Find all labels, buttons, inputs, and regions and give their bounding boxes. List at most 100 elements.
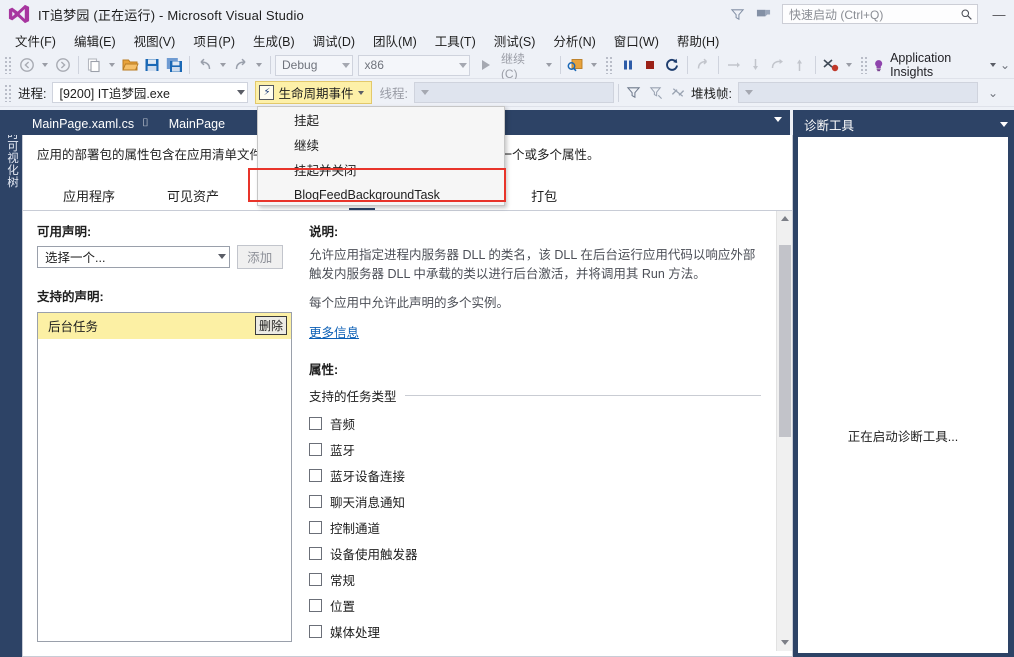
menu-item-blogfeedbackgroundtask[interactable]: BlogFeedBackgroundTask xyxy=(258,182,504,207)
undo-icon[interactable] xyxy=(194,54,216,76)
restart-icon[interactable] xyxy=(661,54,683,76)
menu-item-build[interactable]: 生成(B) xyxy=(244,28,304,53)
menu-item-window[interactable]: 窗口(W) xyxy=(605,28,668,53)
feedback-funnel-icon[interactable] xyxy=(724,1,750,27)
list-item-background-tasks[interactable]: 后台任务 删除 xyxy=(38,312,291,339)
checkbox-chat-message-notification[interactable] xyxy=(309,495,322,509)
checkbox-location[interactable] xyxy=(309,599,322,613)
tab-overflow-chevron-down-icon[interactable] xyxy=(774,117,782,122)
manifest-tab-application[interactable]: 应用程序 xyxy=(63,186,115,210)
step-over-icon[interactable] xyxy=(723,54,745,76)
minimize-button[interactable]: — xyxy=(984,0,1014,28)
save-icon[interactable] xyxy=(141,54,163,76)
chevron-down-icon[interactable] xyxy=(357,90,364,95)
manifest-tab-visual-assets[interactable]: 可见资产 xyxy=(167,186,219,210)
delete-declaration-button[interactable]: 删除 xyxy=(255,316,287,336)
checkbox-row-location[interactable]: 位置 xyxy=(309,593,774,619)
toolbar-grip[interactable] xyxy=(859,56,869,74)
checkbox-row-bluetooth-device-connection[interactable]: 蓝牙设备连接 xyxy=(309,463,774,489)
menu-item-suspend-and-shutdown[interactable]: 挂起并关闭 xyxy=(258,157,504,182)
checkbox-device-use-trigger[interactable] xyxy=(309,547,322,561)
checkbox-row-control-channel[interactable]: 控制通道 xyxy=(309,515,774,541)
continue-button-label[interactable]: 继续(C) xyxy=(497,50,542,81)
save-all-icon[interactable] xyxy=(163,54,185,76)
thread-combo[interactable] xyxy=(413,82,614,103)
menu-item-suspend[interactable]: 挂起 xyxy=(258,107,504,132)
menu-item-resume[interactable]: 继续 xyxy=(258,132,504,157)
continue-dropdown-icon[interactable] xyxy=(545,63,552,67)
platform-combo[interactable]: x86 xyxy=(357,54,470,76)
checkbox-bluetooth-device-connection[interactable] xyxy=(309,469,322,483)
toolbar-overflow-icon[interactable]: ⌄ xyxy=(1000,58,1010,72)
quick-launch-input[interactable]: 快速启动 (Ctrl+Q) xyxy=(782,4,978,24)
stop-icon[interactable] xyxy=(639,54,661,76)
menu-item-edit[interactable]: 编辑(E) xyxy=(65,28,125,53)
checkbox-row-media-processing[interactable]: 媒体处理 xyxy=(309,619,774,645)
tab-mainpage-xaml-cs[interactable]: MainPage.xaml.cs ⌷ xyxy=(22,112,159,135)
unlink-icon[interactable] xyxy=(667,82,689,104)
menu-item-view[interactable]: 视图(V) xyxy=(125,28,185,53)
menu-item-tools[interactable]: 工具(T) xyxy=(426,28,485,53)
menu-item-debug[interactable]: 调试(D) xyxy=(304,28,364,53)
undo-dropdown-icon[interactable] xyxy=(220,63,226,67)
description-scrollbar[interactable] xyxy=(776,210,792,651)
available-declarations-select[interactable]: 选择一个... xyxy=(37,245,230,268)
navigate-forward-icon[interactable] xyxy=(52,54,74,76)
chevron-down-icon[interactable] xyxy=(989,63,996,67)
live-visual-tree-rail[interactable]: 实时可视化树 xyxy=(0,110,22,657)
process-combo[interactable]: [9200] IT追梦园.exe xyxy=(52,82,249,103)
application-insights-button[interactable]: Application Insights xyxy=(872,51,1000,79)
clear-filter-icon[interactable] xyxy=(645,82,667,104)
lifecycle-events-button[interactable]: ⚡ 生命周期事件 xyxy=(255,81,372,104)
step-into-icon[interactable] xyxy=(745,54,767,76)
continue-play-icon[interactable] xyxy=(475,54,497,76)
menu-item-analyze[interactable]: 分析(N) xyxy=(544,28,604,53)
checkbox-media-processing[interactable] xyxy=(309,625,322,639)
attach-dropdown-icon[interactable] xyxy=(590,63,597,67)
checkbox-audio[interactable] xyxy=(309,417,322,431)
step-over-curve-icon[interactable] xyxy=(767,54,789,76)
disable-breakpoints-icon[interactable] xyxy=(820,54,842,76)
checkbox-general[interactable] xyxy=(309,573,322,587)
checkbox-control-channel[interactable] xyxy=(309,521,322,535)
scroll-up-arrow-icon[interactable] xyxy=(777,211,792,227)
new-project-dropdown-icon[interactable] xyxy=(109,63,115,67)
checkbox-row-audio[interactable]: 音频 xyxy=(309,411,774,437)
diagnostic-tools-header[interactable]: 诊断工具 xyxy=(798,113,1012,135)
checkbox-row-bluetooth[interactable]: 蓝牙 xyxy=(309,437,774,463)
tab-mainpage[interactable]: MainPage xyxy=(159,112,235,135)
redo-dropdown-icon[interactable] xyxy=(256,63,262,67)
scroll-down-arrow-icon[interactable] xyxy=(777,635,792,651)
pin-icon[interactable]: ⌷ xyxy=(142,117,149,130)
chevron-down-icon[interactable] xyxy=(1000,121,1008,127)
notification-icon[interactable] xyxy=(750,1,776,27)
breakpoints-dropdown-icon[interactable] xyxy=(845,63,852,67)
toolbar-grip[interactable] xyxy=(4,83,13,102)
menu-item-team[interactable]: 团队(M) xyxy=(364,28,426,53)
show-next-statement-icon[interactable] xyxy=(692,54,714,76)
toolbar-overflow-icon[interactable]: ⌄ xyxy=(988,86,998,100)
redo-icon[interactable] xyxy=(230,54,252,76)
stackframe-combo[interactable] xyxy=(737,82,978,103)
menu-item-file[interactable]: 文件(F) xyxy=(6,28,65,53)
toolbar-grip[interactable] xyxy=(4,56,13,74)
filter-icon[interactable] xyxy=(623,82,645,104)
navigate-back-icon[interactable] xyxy=(16,54,38,76)
checkbox-row-chat-message-notification[interactable]: 聊天消息通知 xyxy=(309,489,774,515)
checkbox-row-device-use-trigger[interactable]: 设备使用触发器 xyxy=(309,541,774,567)
manifest-tab-packaging[interactable]: 打包 xyxy=(531,186,557,210)
toolbar-grip[interactable] xyxy=(604,56,614,74)
checkbox-row-phone-call[interactable]: 电话呼叫 xyxy=(309,645,774,651)
supported-declarations-list[interactable]: 后台任务 删除 xyxy=(37,311,292,642)
add-declaration-button[interactable]: 添加 xyxy=(236,244,283,269)
new-project-icon[interactable] xyxy=(83,54,105,76)
scrollbar-thumb[interactable] xyxy=(779,244,791,437)
lifecycle-events-menu[interactable]: 挂起 继续 挂起并关闭 BlogFeedBackgroundTask xyxy=(257,106,505,206)
open-file-icon[interactable] xyxy=(119,54,141,76)
menu-item-help[interactable]: 帮助(H) xyxy=(668,28,728,53)
navigate-back-dropdown-icon[interactable] xyxy=(42,63,48,67)
checkbox-row-general[interactable]: 常规 xyxy=(309,567,774,593)
menu-item-project[interactable]: 项目(P) xyxy=(184,28,244,53)
pause-icon[interactable] xyxy=(617,54,639,76)
step-out-icon[interactable] xyxy=(789,54,811,76)
